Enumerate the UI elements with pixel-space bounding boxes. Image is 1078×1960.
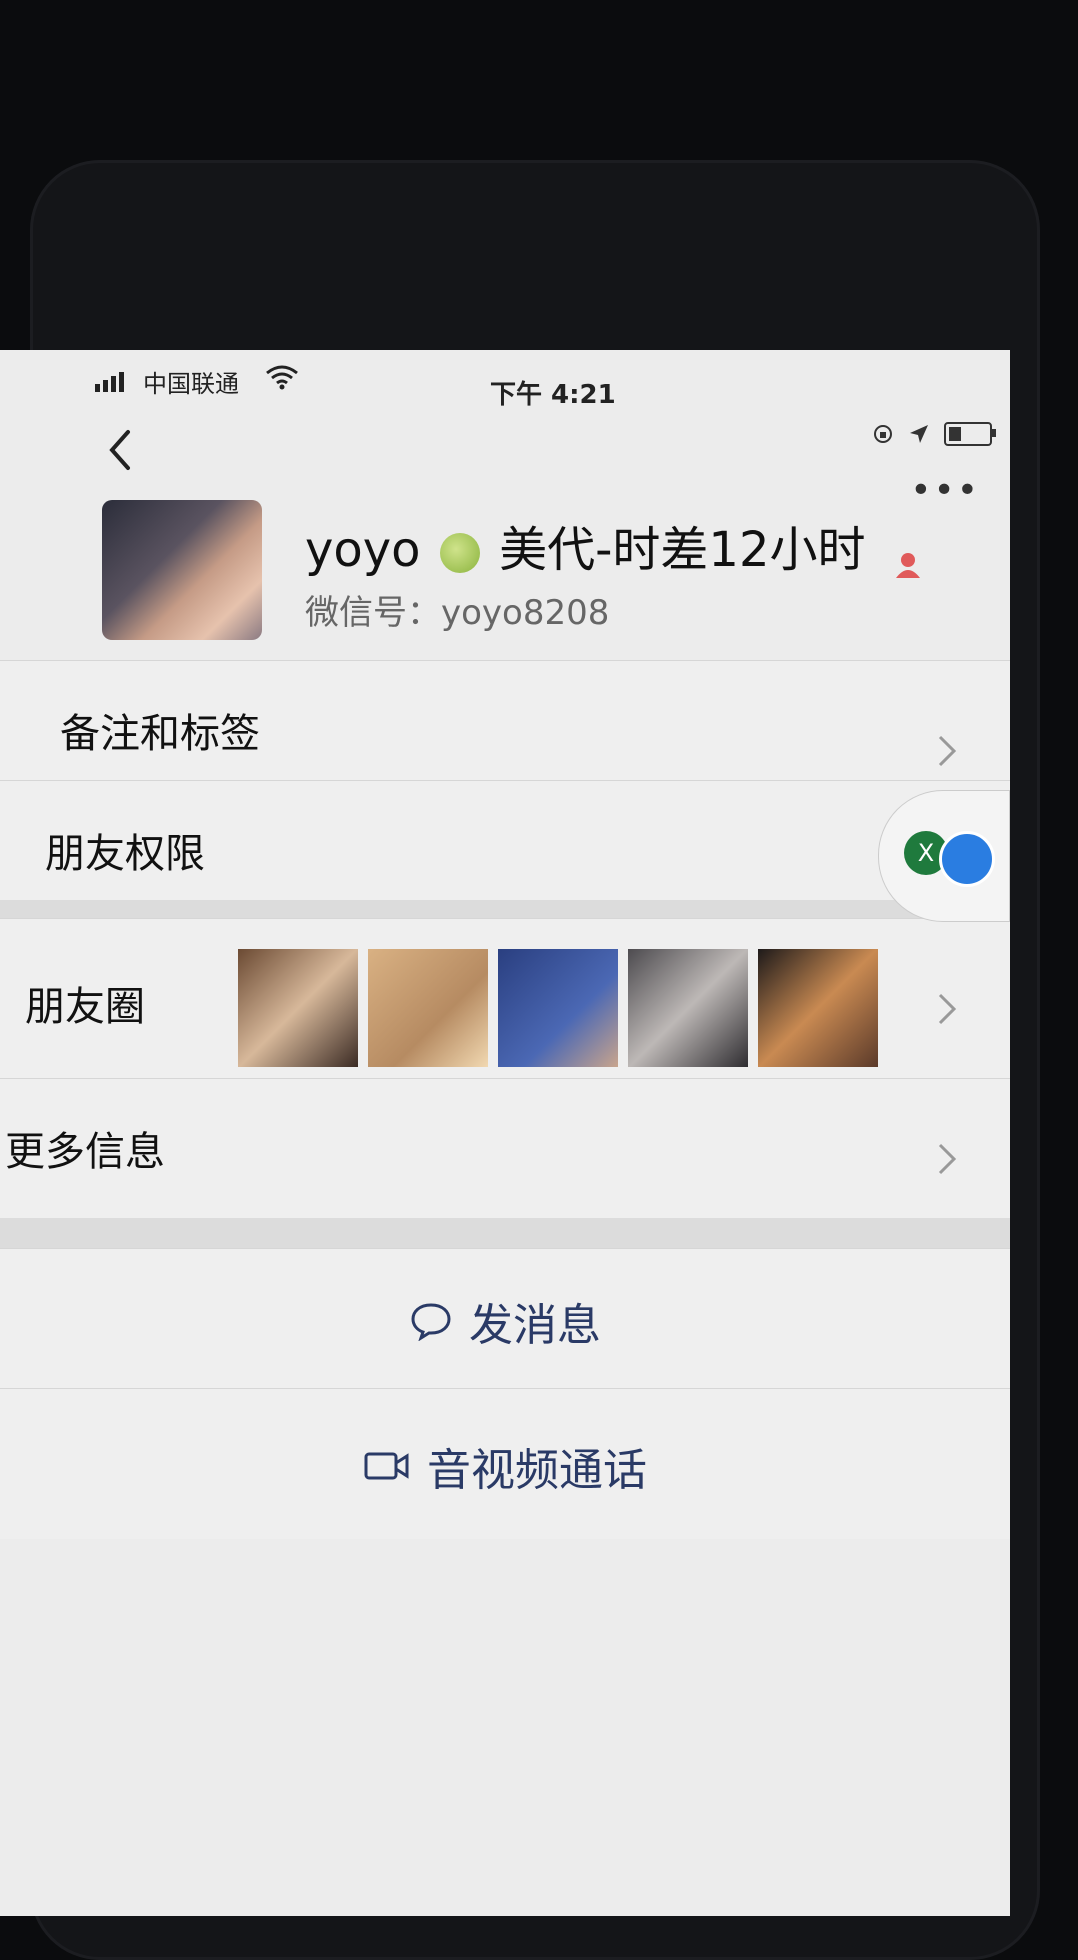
- moments-thumbnails: [238, 949, 878, 1067]
- moments-row[interactable]: 朋友圈: [0, 918, 1010, 1079]
- signal-icon: [95, 372, 124, 392]
- moments-label: 朋友圈: [25, 984, 145, 1030]
- location-icon: [910, 425, 928, 443]
- av-call-button[interactable]: 音视频通话: [0, 1434, 1010, 1498]
- friend-permissions-row[interactable]: 朋友权限: [0, 780, 1010, 901]
- moment-thumbnail: [758, 949, 878, 1067]
- chevron-right-icon: [938, 1143, 957, 1175]
- send-message-label: 发消息: [469, 1300, 601, 1351]
- more-info-row[interactable]: 更多信息: [0, 1078, 1010, 1219]
- section-divider: [0, 1218, 1010, 1248]
- wechat-profile-screen: 中国联通 下午 4:21 ••• yoyo 美代-时差12小时 微信号：yoyo…: [0, 350, 1010, 1916]
- more-options-button[interactable]: •••: [910, 470, 980, 511]
- video-camera-icon: [364, 1452, 409, 1480]
- moment-thumbnail: [628, 949, 748, 1067]
- floating-app-icon: [939, 831, 995, 887]
- nickname-suffix: 美代-时差12小时: [499, 522, 866, 578]
- green-ball-emoji-icon: [439, 533, 480, 573]
- chevron-right-icon: [938, 735, 957, 767]
- friend-permissions-label: 朋友权限: [45, 831, 205, 877]
- av-call-label: 音视频通话: [427, 1445, 647, 1496]
- avatar[interactable]: [102, 500, 262, 640]
- nickname: yoyo 美代-时差12小时: [305, 510, 865, 580]
- status-time: 下午 4:21: [490, 380, 616, 410]
- status-icons: [872, 422, 996, 446]
- send-message-row: 发消息: [0, 1248, 1010, 1389]
- floating-window-pill[interactable]: X: [878, 790, 1010, 922]
- moment-thumbnail: [238, 949, 358, 1067]
- carrier-label: 中国联通: [143, 370, 239, 398]
- send-message-button[interactable]: 发消息: [0, 1289, 1010, 1353]
- remarks-tags-row[interactable]: 备注和标签: [0, 660, 1010, 781]
- wechat-id: 微信号：yoyo8208: [305, 593, 610, 633]
- nickname-prefix: yoyo: [305, 522, 421, 578]
- remarks-tags-label: 备注和标签: [60, 711, 260, 757]
- av-call-row: 音视频通话: [0, 1388, 1010, 1539]
- orientation-lock-icon: [874, 425, 892, 443]
- back-button[interactable]: [100, 420, 140, 480]
- moment-thumbnail: [368, 949, 488, 1067]
- wifi-icon: [266, 365, 298, 390]
- section-divider: [0, 900, 1010, 918]
- chevron-right-icon: [938, 993, 957, 1025]
- chat-bubble-icon: [411, 1303, 451, 1341]
- female-gender-icon: [896, 553, 920, 578]
- more-info-label: 更多信息: [5, 1129, 165, 1175]
- moment-thumbnail: [498, 949, 618, 1067]
- battery-icon: [944, 422, 996, 446]
- status-bar: 中国联通 下午 4:21: [0, 350, 1010, 446]
